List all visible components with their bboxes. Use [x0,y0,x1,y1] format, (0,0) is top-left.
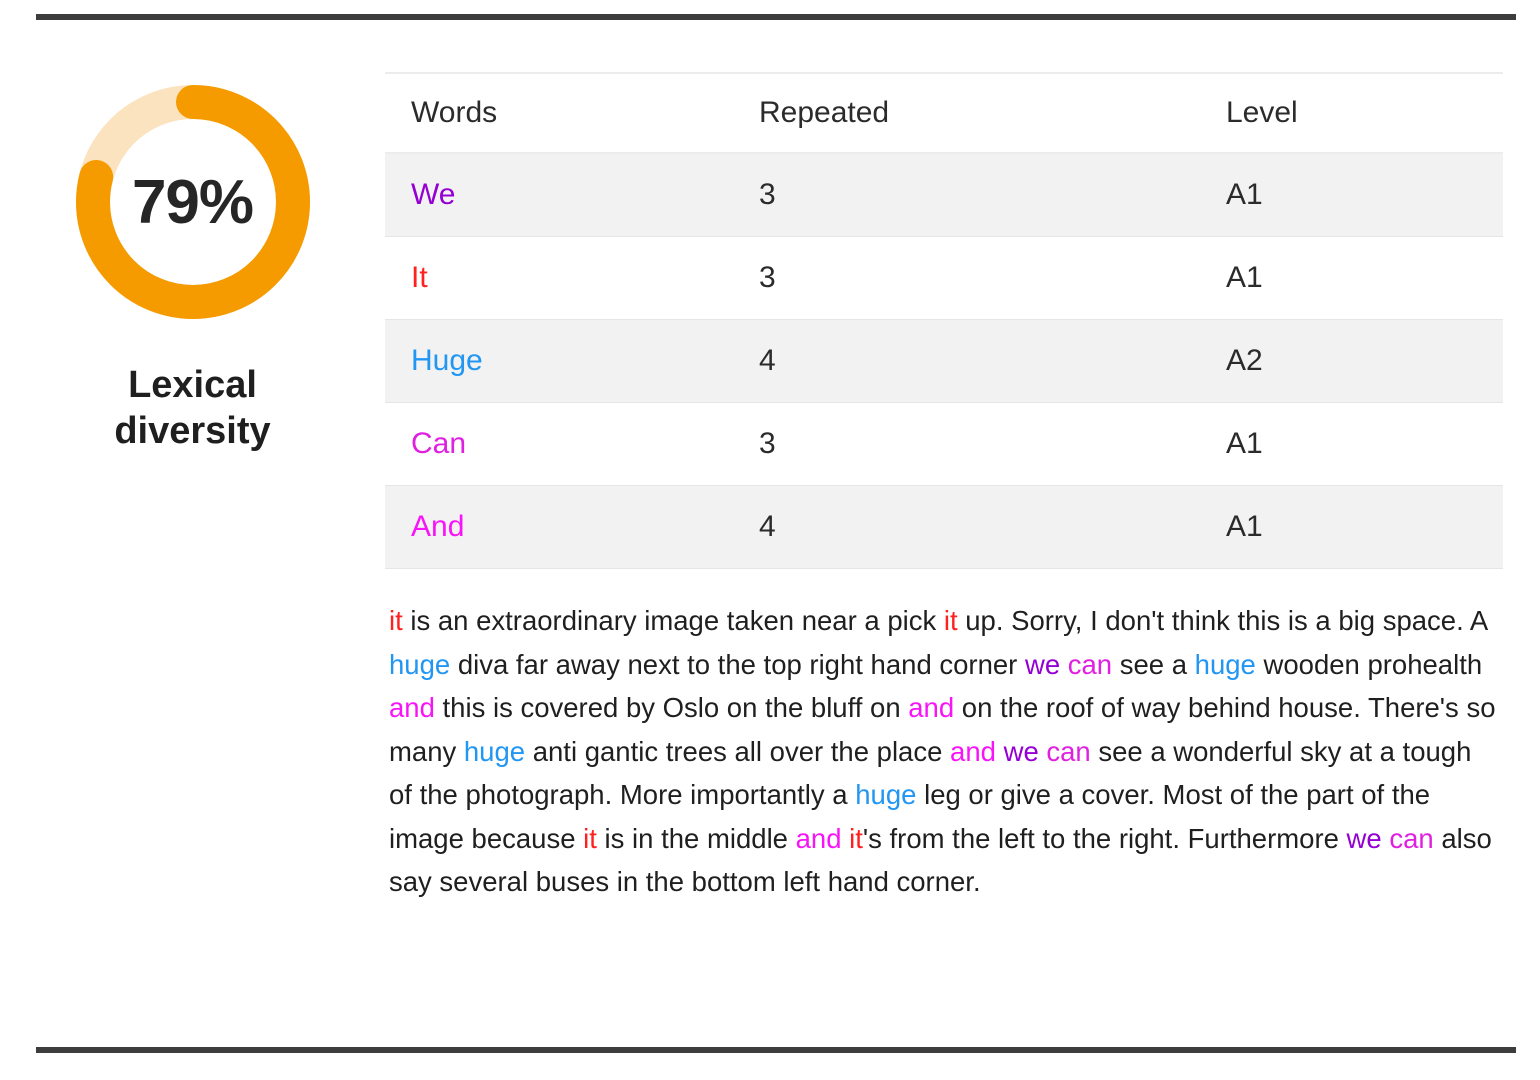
summary-text-run: is in the middle [596,822,796,854]
column-header-level: Level [1200,73,1503,154]
gauge-percent-value: 79% [131,167,254,237]
table-body: We 3 A1 It 3 A1 Huge 4 A2 Can 3 A1 And 4 A1 [385,152,1503,569]
highlight-word-can: can [1389,822,1434,854]
cell-word: It [411,261,428,294]
highlight-word-huge: huge [1194,648,1256,680]
highlight-word-and: and [950,735,996,767]
summary-text-run: up. Sorry, I don't think this is a big s… [957,605,1487,636]
summary-text-run: 's from the left to the right. Furthermo… [862,822,1347,854]
table-header: Words Repeated Level [385,73,1503,154]
summary-text-run: anti gantic trees all over the place [525,735,951,767]
highlight-word-it: it [389,605,403,636]
cell-repeated: 4 [733,319,1200,403]
table-row: And 4 A1 [385,485,1503,569]
gauge-column: 79% Lexical diversity [0,0,385,455]
content-column: Words Repeated Level We 3 A1 It 3 A1 Huge 4 A2 Ca… [385,0,1540,904]
cell-repeated: 3 [733,152,1200,237]
highlight-word-it: it [943,605,958,636]
cell-word: Can [411,427,467,460]
highlight-word-huge: huge [855,779,917,810]
cell-word: We [385,152,733,237]
summary-text-run: this is covered by Oslo on the bluff on [434,692,909,723]
summary-text-run: diva far away next to the top right hand… [450,648,1025,680]
highlight-word-can: can [1046,735,1091,767]
column-header-repeated: Repeated [733,73,1200,154]
cell-level: A2 [1200,319,1503,403]
highlight-word-huge: huge [389,648,451,680]
summary-text-run: is an extraordinary image taken near a p… [402,605,944,636]
cell-word: Huge [385,319,733,403]
highlight-word-can: can [1067,648,1113,680]
highlight-word-it: it [583,822,597,854]
table-row: Can 3 A1 [385,403,1503,486]
cell-level: A1 [1200,152,1503,237]
summary-text-run: see a [1112,648,1195,680]
highlight-word-and: and [389,692,435,723]
cell-repeated: 3 [759,427,776,460]
summary-text-run [996,736,1004,767]
column-header-words: Words [385,73,733,154]
cell-word: And [385,485,733,569]
highlight-word-we: we [1346,822,1382,854]
repeated-words-table: Words Repeated Level We 3 A1 It 3 A1 Huge 4 A2 Ca… [385,72,1503,569]
highlight-word-we: we [1024,648,1061,680]
cell-repeated: 3 [759,261,776,294]
cell-level: A1 [1226,261,1263,294]
table-row: It 3 A1 [385,237,1503,320]
cell-repeated: 4 [733,485,1200,569]
summary-text-run [1060,649,1068,680]
lexical-diversity-panel: 79% Lexical diversity Words Repeated Lev… [0,0,1540,1080]
lexical-diversity-gauge: 79% [69,78,317,326]
table-row: Huge 4 A2 [385,319,1503,403]
highlight-word-and: and [795,822,842,854]
summary-text-run [842,823,850,854]
highlight-word-it: it [849,822,863,854]
cell-level: A1 [1200,485,1503,569]
summary-paragraph: it is an extraordinary image taken near … [385,599,1501,904]
summary-text-run: wooden prohealth [1255,648,1483,680]
table-row: We 3 A1 [385,152,1503,237]
highlight-word-huge: huge [463,735,526,767]
gauge-label: Lexical diversity [114,364,271,453]
highlight-word-we: we [1003,735,1039,767]
table-header-row: Words Repeated Level [385,73,1503,154]
cell-level: A1 [1226,427,1263,460]
highlight-word-and: and [908,692,955,723]
